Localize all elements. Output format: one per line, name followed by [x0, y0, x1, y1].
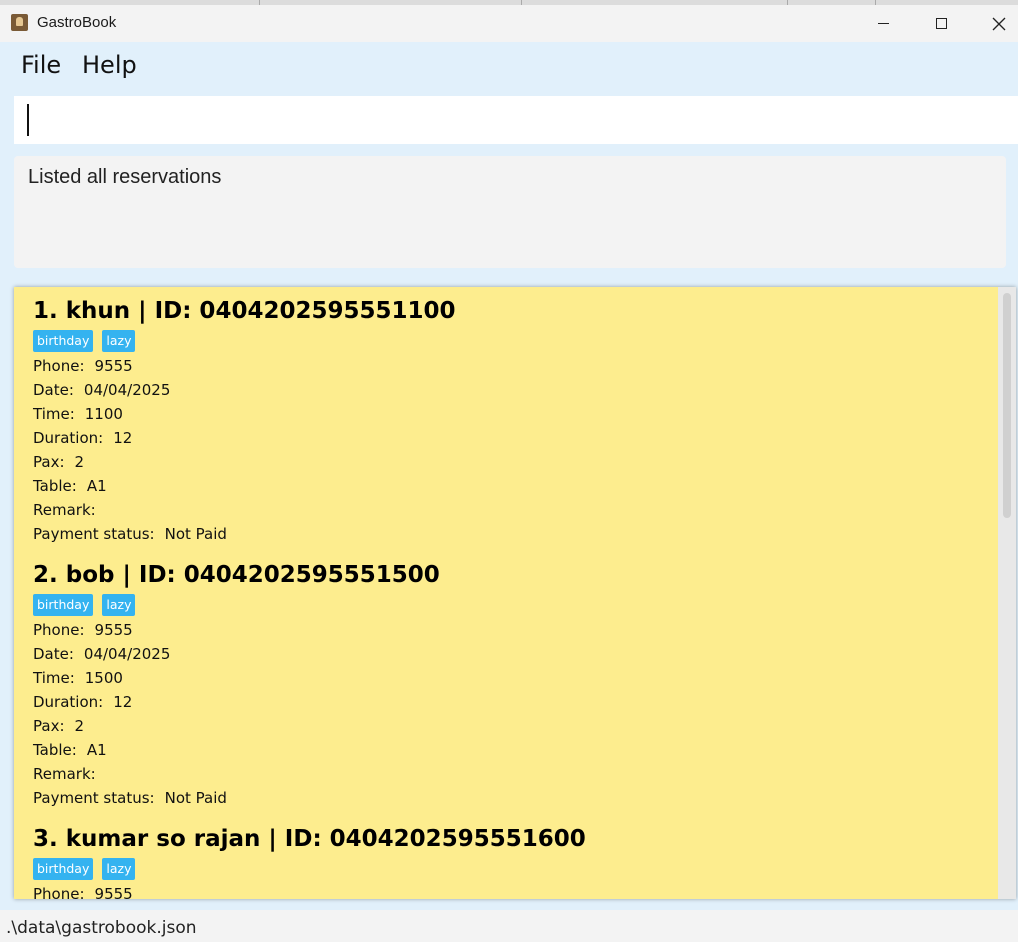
- result-message: Listed all reservations: [28, 166, 222, 188]
- reservation-title: 2. bob | ID: 0404202595551500: [33, 562, 440, 588]
- main-window: File Help Listed all reservations 1. khu…: [0, 42, 1018, 910]
- pax-field: Pax: 2: [33, 453, 85, 471]
- minimize-button[interactable]: [854, 5, 912, 42]
- text-caret: [27, 104, 29, 136]
- phone-field: Phone: 9555: [33, 357, 133, 375]
- menu-help[interactable]: Help: [82, 51, 137, 79]
- reservation-card[interactable]: 2. bob | ID: 0404202595551500 birthday l…: [33, 561, 440, 810]
- tag-badge: birthday: [33, 594, 94, 616]
- tag-list: birthday lazy: [33, 594, 440, 616]
- menu-bar: File Help: [0, 42, 1018, 92]
- time-field: Time: 1100: [33, 405, 123, 423]
- phone-field: Phone: 9555: [33, 621, 133, 639]
- payment-field: Payment status: Not Paid: [33, 789, 227, 807]
- title-bar: GastroBook: [0, 5, 1018, 42]
- remark-field: Remark:: [33, 765, 96, 783]
- data-file-path: .\data\gastrobook.json: [6, 918, 197, 938]
- phone-field: Phone: 9555: [33, 885, 133, 899]
- table-field: Table: A1: [33, 477, 107, 495]
- date-field: Date: 04/04/2025: [33, 381, 171, 399]
- remark-field: Remark:: [33, 501, 96, 519]
- tag-list: birthday lazy: [33, 858, 586, 880]
- reservation-title: 1. khun | ID: 0404202595551100: [33, 298, 456, 324]
- maximize-button[interactable]: [912, 5, 970, 42]
- app-icon: [11, 14, 28, 31]
- menu-file[interactable]: File: [21, 51, 61, 79]
- tag-badge: lazy: [102, 330, 136, 352]
- tag-list: birthday lazy: [33, 330, 456, 352]
- tag-badge: birthday: [33, 858, 94, 880]
- duration-field: Duration: 12: [33, 429, 133, 447]
- maximize-icon: [935, 18, 947, 29]
- close-icon: [992, 17, 1006, 30]
- duration-field: Duration: 12: [33, 693, 133, 711]
- close-button[interactable]: [970, 5, 1018, 42]
- tag-badge: birthday: [33, 330, 94, 352]
- time-field: Time: 1500: [33, 669, 123, 687]
- reservation-title: 3. kumar so rajan | ID: 0404202595551600: [33, 826, 586, 852]
- payment-field: Payment status: Not Paid: [33, 525, 227, 543]
- reservation-card[interactable]: 3. kumar so rajan | ID: 0404202595551600…: [33, 825, 586, 899]
- minimize-icon: [877, 23, 889, 24]
- status-bar: .\data\gastrobook.json: [0, 910, 1018, 942]
- scroll-thumb[interactable]: [1003, 293, 1011, 518]
- table-field: Table: A1: [33, 741, 107, 759]
- command-input[interactable]: [14, 96, 1018, 144]
- list-scrollbar[interactable]: [998, 287, 1016, 899]
- reservation-list[interactable]: 1. khun | ID: 0404202595551100 birthday …: [14, 287, 1016, 899]
- result-display: Listed all reservations: [14, 156, 1006, 268]
- tag-badge: lazy: [102, 858, 136, 880]
- tag-badge: lazy: [102, 594, 136, 616]
- reservation-card[interactable]: 1. khun | ID: 0404202595551100 birthday …: [33, 297, 456, 546]
- window-title: GastroBook: [37, 14, 117, 31]
- date-field: Date: 04/04/2025: [33, 645, 171, 663]
- pax-field: Pax: 2: [33, 717, 85, 735]
